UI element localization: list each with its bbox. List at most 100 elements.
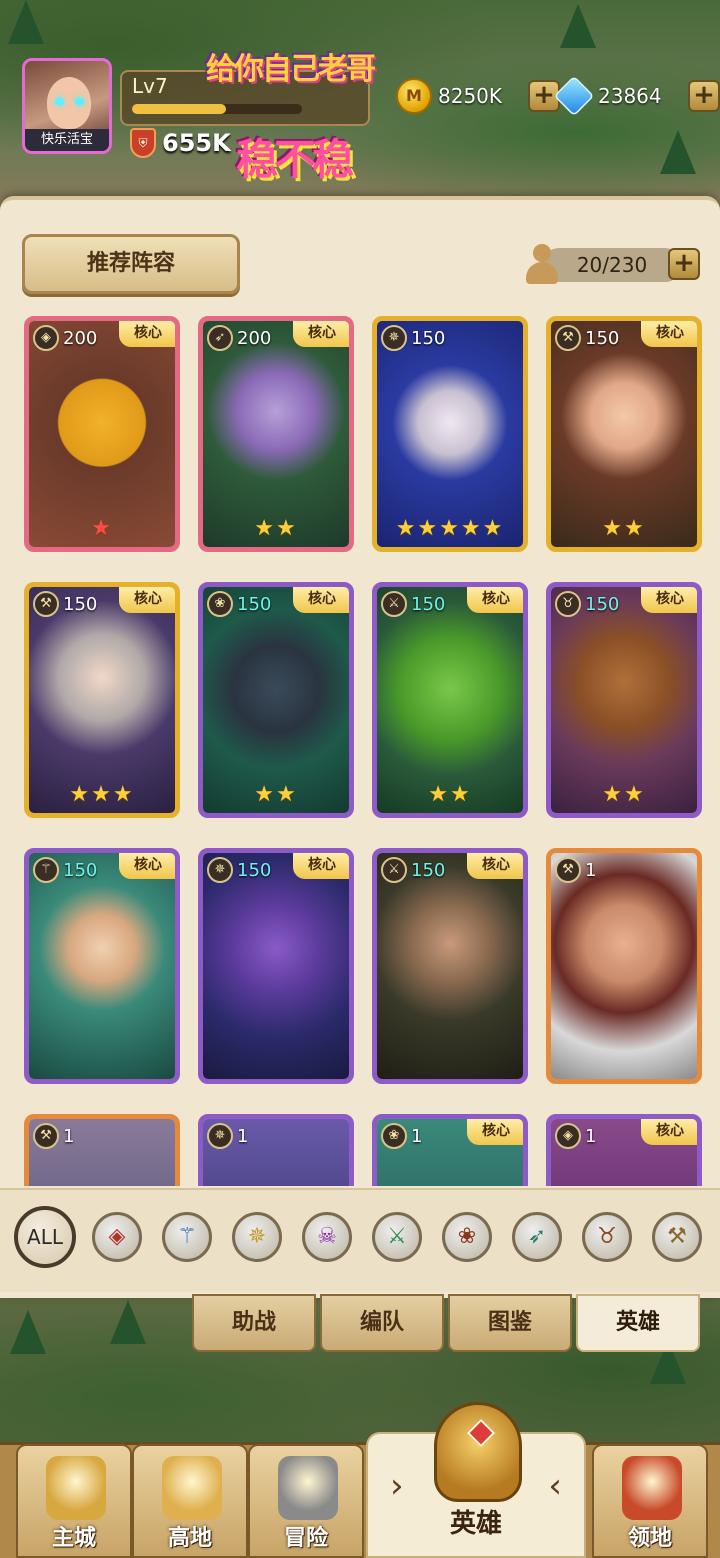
hero-level-badge: ❀ 150 (207, 591, 271, 617)
axe-icon: ⚒ (33, 1123, 59, 1149)
avatar-face (47, 77, 91, 129)
crest-icon: ✵ (381, 325, 407, 351)
filter-staff-icon[interactable]: ⚚ (162, 1212, 212, 1262)
hero-level: 1 (63, 1125, 75, 1147)
add-gems-button[interactable]: + (688, 80, 720, 112)
hero-level: 200 (237, 327, 272, 349)
filter-paw-icon[interactable]: ❀ (442, 1212, 492, 1262)
hero-card[interactable]: ⚒ 150 核心 ★★ (546, 316, 702, 552)
hero-card[interactable]: ⚚ 150 核心 (24, 848, 180, 1084)
hero-card[interactable]: ✵ 150 核心 (198, 848, 354, 1084)
coin-icon: M (396, 78, 432, 114)
nav-hero-active[interactable]: › ‹ 英雄 (366, 1402, 586, 1558)
tree-decoration (10, 1310, 46, 1354)
gold-value: 8250K (438, 84, 503, 108)
nav-icon (622, 1456, 682, 1520)
hero-stars: ★ (91, 516, 113, 541)
hero-portrait (29, 321, 175, 547)
filter-shield-icon[interactable]: ◈ (92, 1212, 142, 1262)
hero-card[interactable]: ⚒ 1 (546, 848, 702, 1084)
nav-item-0[interactable]: 主城 (16, 1444, 132, 1558)
hero-card[interactable]: ✵ 1 (198, 1114, 354, 1186)
hero-stars: ★★ (254, 782, 298, 807)
hero-card[interactable]: ✵ 150 ★★★★★ (372, 316, 528, 552)
nav-item-4[interactable]: 领地 (592, 1444, 708, 1558)
hero-card[interactable]: ➶ 200 核心 ★★ (198, 316, 354, 552)
subtab-2[interactable]: 图鉴 (448, 1294, 572, 1352)
promo-banner[interactable]: 给你自己老哥 稳不稳 (206, 30, 386, 190)
hero-count: 20/230 (542, 248, 682, 282)
hero-level: 150 (63, 859, 98, 881)
core-badge: 核心 (641, 1119, 697, 1145)
nav-item-1[interactable]: 高地 (132, 1444, 248, 1558)
nav-icon (278, 1456, 338, 1520)
gem-resource: 23864 + (553, 75, 720, 117)
hero-card[interactable]: ♉ 150 核心 ★★ (546, 582, 702, 818)
hero-portrait (203, 587, 349, 813)
promo-line-1: 给你自己老哥 (206, 52, 376, 87)
crossed-swords-icon: ⚔ (381, 591, 407, 617)
tree-decoration (110, 1300, 146, 1344)
chevron-left-icon: ‹ (548, 1466, 562, 1506)
filter-axe-icon[interactable]: ⚒ (652, 1212, 702, 1262)
hero-level-badge: ♉ 150 (555, 591, 619, 617)
hero-level: 1 (237, 1125, 249, 1147)
hero-level-badge: ⚔ 150 (381, 591, 445, 617)
hero-portrait (203, 321, 349, 547)
core-badge: 核心 (293, 321, 349, 347)
subtab-0[interactable]: 助战 (192, 1294, 316, 1352)
power-shield-icon: ⛨ (130, 128, 156, 158)
hero-level: 150 (411, 859, 446, 881)
hero-stars: ★★★★★ (395, 516, 505, 541)
filter-bull-icon[interactable]: ♉ (582, 1212, 632, 1262)
hero-card[interactable]: ❀ 1 核心 (372, 1114, 528, 1186)
hero-grid: ◈ 200 核心 ★ ➶ 200 核心 ★★ ✵ 150 ★★★★★ ⚒ 150 核心 ★★ ⚒ 150 核心 ★★… (0, 310, 720, 1186)
subtab-1[interactable]: 编队 (320, 1294, 444, 1352)
hero-stars: ★★ (254, 516, 298, 541)
player-avatar[interactable]: 快乐活宝 (22, 58, 112, 154)
hero-card[interactable]: ⚒ 150 核心 ★★★ (24, 582, 180, 818)
hero-card[interactable]: ⚔ 150 核心 (372, 848, 528, 1084)
expand-capacity-button[interactable]: + (668, 248, 700, 280)
nav-label: 高地 (167, 1526, 212, 1551)
filter-all-button[interactable]: ALL (14, 1206, 76, 1268)
nav-label: 主城 (51, 1526, 96, 1551)
core-badge: 核心 (293, 587, 349, 613)
person-icon (524, 244, 560, 286)
hero-card[interactable]: ❀ 150 核心 ★★ (198, 582, 354, 818)
hero-stars: ★★★ (69, 782, 135, 807)
hero-level-badge: ◈ 200 (33, 325, 97, 351)
hero-level: 150 (237, 593, 272, 615)
hero-level-badge: ⚒ 1 (33, 1123, 74, 1149)
crossed-swords-icon: ⚔ (381, 857, 407, 883)
subtab-3[interactable]: 英雄 (576, 1294, 700, 1352)
nav-item-2[interactable]: 冒险 (248, 1444, 364, 1558)
recommended-lineup-button[interactable]: 推荐阵容 (22, 234, 240, 294)
tree-decoration (560, 4, 596, 48)
hero-level: 150 (237, 859, 272, 881)
filter-bow-icon[interactable]: ➶ (512, 1212, 562, 1262)
hero-stars: ★★ (428, 782, 472, 807)
gem-value: 23864 (598, 84, 662, 108)
core-badge: 核心 (467, 587, 523, 613)
hero-level-badge: ⚚ 150 (33, 857, 97, 883)
hero-level: 1 (585, 1125, 597, 1147)
core-badge: 核心 (119, 321, 175, 347)
hero-level-badge: ❀ 1 (381, 1123, 422, 1149)
hero-portrait (551, 853, 697, 1079)
bull-icon: ♉ (555, 591, 581, 617)
hero-level-badge: ✵ 150 (381, 325, 445, 351)
filter-crest-icon[interactable]: ✵ (232, 1212, 282, 1262)
axe-icon: ⚒ (33, 591, 59, 617)
paw-icon: ❀ (381, 1123, 407, 1149)
hero-card[interactable]: ⚒ 1 (24, 1114, 180, 1186)
tree-decoration (660, 130, 696, 174)
hero-card[interactable]: ◈ 200 核心 ★ (24, 316, 180, 552)
axe-icon: ⚒ (555, 857, 581, 883)
hero-card[interactable]: ⚔ 150 核心 ★★ (372, 582, 528, 818)
filter-crossed-swords-icon[interactable]: ⚔ (372, 1212, 422, 1262)
hero-card[interactable]: ◈ 1 核心 (546, 1114, 702, 1186)
filter-skull-icon[interactable]: ☠ (302, 1212, 352, 1262)
hero-level-badge: ✵ 150 (207, 857, 271, 883)
hero-level: 1 (585, 859, 597, 881)
